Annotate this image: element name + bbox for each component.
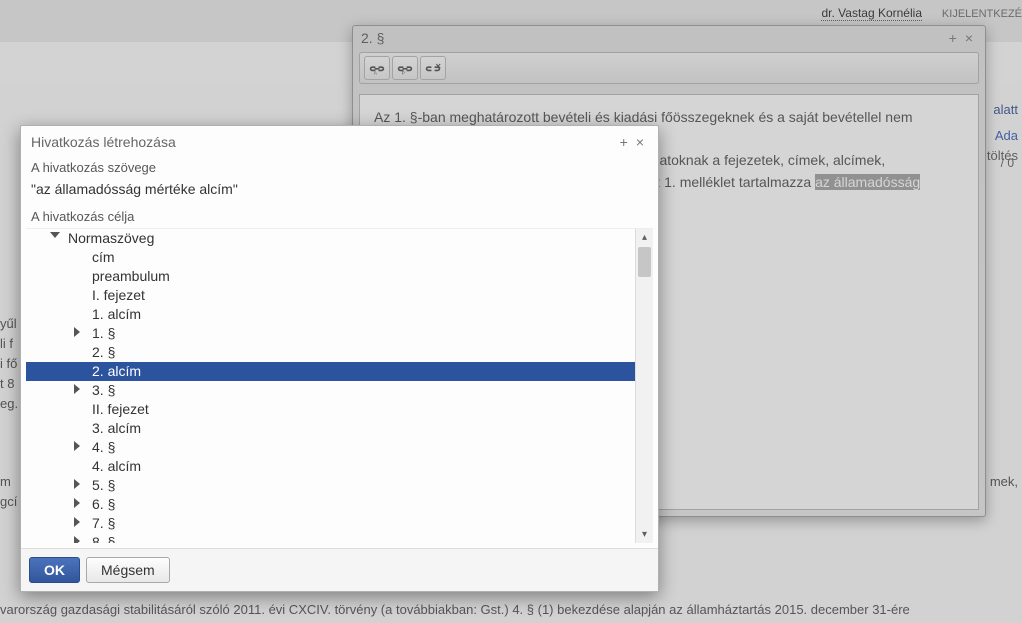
tree-node-label[interactable]: Normaszöveg xyxy=(26,229,636,248)
tree-node[interactable]: II. fejezet xyxy=(26,400,636,419)
tree-node-label[interactable]: 1. alcím xyxy=(26,305,636,324)
ok-button[interactable]: OK xyxy=(29,557,80,583)
tree-node-label[interactable]: 4. § xyxy=(26,438,636,457)
tree-node-label[interactable]: 3. alcím xyxy=(26,419,636,438)
tree-node-label[interactable]: cím xyxy=(26,248,636,267)
chevron-right-icon[interactable] xyxy=(74,517,80,527)
tree-node[interactable]: preambulum xyxy=(26,267,636,286)
tree-node[interactable]: Normaszöveg xyxy=(26,229,636,248)
cancel-button[interactable]: Mégsem xyxy=(86,557,170,583)
tree-node[interactable]: 1. § xyxy=(26,324,636,343)
tree-node[interactable]: 1. alcím xyxy=(26,305,636,324)
chevron-right-icon[interactable] xyxy=(74,536,80,543)
tree-node[interactable]: 4. § xyxy=(26,438,636,457)
dialog-title: Hivatkozás létrehozása xyxy=(31,134,176,150)
chevron-right-icon[interactable] xyxy=(74,498,80,508)
tree-node[interactable]: 5. § xyxy=(26,476,636,495)
chevron-right-icon[interactable] xyxy=(74,479,80,489)
reference-text-value: "az államadósság mértéke alcím" xyxy=(21,181,658,207)
tree-node-label[interactable]: II. fejezet xyxy=(26,400,636,419)
tree-container: NormaszövegcímpreambulumI. fejezet1. alc… xyxy=(26,228,653,543)
tree-root: NormaszövegcímpreambulumI. fejezet1. alc… xyxy=(26,229,636,543)
tree-node[interactable]: I. fejezet xyxy=(26,286,636,305)
tree-node-label[interactable]: 4. alcím xyxy=(26,457,636,476)
tree-node-label[interactable]: 7. § xyxy=(26,514,636,533)
scroll-up-icon[interactable]: ▴ xyxy=(636,229,653,246)
tree-node[interactable]: 2. alcím xyxy=(26,362,636,381)
scroll-thumb[interactable] xyxy=(638,247,651,277)
tree-node-label[interactable]: 6. § xyxy=(26,495,636,514)
tree-node[interactable]: 4. alcím xyxy=(26,457,636,476)
tree-node-label[interactable]: 8. § xyxy=(26,533,636,543)
chevron-down-icon[interactable] xyxy=(50,232,60,238)
chevron-right-icon[interactable] xyxy=(74,384,80,394)
tree-node[interactable]: 3. § xyxy=(26,381,636,400)
tree-node[interactable]: cím xyxy=(26,248,636,267)
dialog-titlebar[interactable]: Hivatkozás létrehozása + × xyxy=(21,126,658,158)
tree-node-label[interactable]: 1. § xyxy=(26,324,636,343)
dialog-footer: OK Mégsem xyxy=(21,548,658,591)
maximize-icon[interactable]: + xyxy=(616,134,632,150)
chevron-right-icon[interactable] xyxy=(74,441,80,451)
tree-node-label[interactable]: 5. § xyxy=(26,476,636,495)
reference-text-label: A hivatkozás szövege xyxy=(21,158,658,181)
tree-node-label[interactable]: 2. alcím xyxy=(26,362,636,381)
chevron-right-icon[interactable] xyxy=(74,327,80,337)
tree-node[interactable]: 2. § xyxy=(26,343,636,362)
tree-node[interactable]: 6. § xyxy=(26,495,636,514)
tree-node[interactable]: 3. alcím xyxy=(26,419,636,438)
tree-node[interactable]: 8. § xyxy=(26,533,636,543)
close-icon[interactable]: × xyxy=(632,134,648,150)
scroll-down-icon[interactable]: ▾ xyxy=(636,526,653,543)
tree-node-label[interactable]: 3. § xyxy=(26,381,636,400)
tree-node-label[interactable]: preambulum xyxy=(26,267,636,286)
tree-node-label[interactable]: I. fejezet xyxy=(26,286,636,305)
reference-target-label: A hivatkozás célja xyxy=(21,207,658,230)
vertical-scrollbar[interactable]: ▴ ▾ xyxy=(635,229,653,543)
tree-node-label[interactable]: 2. § xyxy=(26,343,636,362)
tree-node[interactable]: 7. § xyxy=(26,514,636,533)
create-reference-dialog: Hivatkozás létrehozása + × A hivatkozás … xyxy=(20,125,659,592)
